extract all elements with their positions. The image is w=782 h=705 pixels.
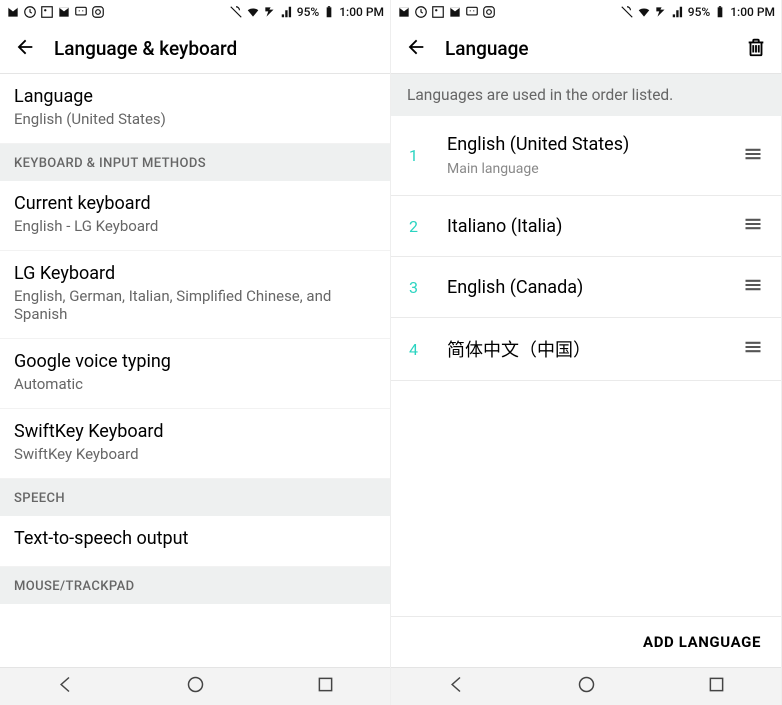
row-title: Text-to-speech output [14, 528, 376, 549]
language-item[interactable]: 1 English (United States) Main language [391, 116, 781, 196]
drag-handle-icon[interactable] [743, 337, 763, 361]
section-keyboard: KEYBOARD & INPUT METHODS [0, 144, 390, 181]
language-name: 简体中文（中国） [447, 336, 743, 362]
chat-icon [74, 5, 88, 19]
row-language[interactable]: Language English (United States) [0, 74, 390, 144]
battery-percent: 95% [688, 5, 710, 19]
language-item[interactable]: 4 简体中文（中国） [391, 318, 781, 381]
row-google-voice-typing[interactable]: Google voice typing Automatic [0, 339, 390, 409]
row-title: SwiftKey Keyboard [14, 421, 376, 442]
row-sub: English, German, Italian, Simplified Chi… [14, 287, 376, 325]
nav-back[interactable] [446, 674, 467, 699]
screen-language-keyboard: 95% 1:00 PM Language & keyboard Language… [0, 0, 391, 705]
status-bar: 95% 1:00 PM [391, 0, 781, 24]
nav-bar [0, 667, 390, 705]
battery-icon [713, 5, 727, 19]
drag-handle-icon[interactable] [743, 144, 763, 168]
instagram-icon [91, 5, 105, 19]
row-sub: Automatic [14, 375, 376, 394]
row-lg-keyboard[interactable]: LG Keyboard English, German, Italian, Si… [0, 251, 390, 340]
battery-icon [322, 5, 336, 19]
photo-icon [40, 5, 54, 19]
nav-back[interactable] [55, 674, 76, 699]
mail-icon-2 [448, 5, 462, 19]
language-name: English (Canada) [447, 277, 743, 298]
data-icon [263, 5, 277, 19]
back-icon[interactable] [14, 36, 36, 62]
drag-handle-icon[interactable] [743, 214, 763, 238]
mail-icon [397, 5, 411, 19]
row-sub: English (United States) [14, 110, 376, 129]
row-title: Current keyboard [14, 193, 376, 214]
language-sub: Main language [447, 161, 743, 177]
row-title: Google voice typing [14, 351, 376, 372]
app-bar: Language [391, 24, 781, 74]
status-system-icons: 95% 1:00 PM [229, 5, 384, 19]
page-title: Language & keyboard [54, 37, 237, 60]
row-current-keyboard[interactable]: Current keyboard English - LG Keyboard [0, 181, 390, 251]
signal-icon [671, 5, 685, 19]
nav-recent[interactable] [706, 674, 727, 699]
item-number: 4 [409, 340, 447, 359]
drag-handle-icon[interactable] [743, 275, 763, 299]
nav-home[interactable] [185, 674, 206, 699]
row-swiftkey-keyboard[interactable]: SwiftKey Keyboard SwiftKey Keyboard [0, 409, 390, 479]
status-notification-icons [397, 5, 496, 19]
app-bar: Language & keyboard [0, 24, 390, 74]
row-sub: SwiftKey Keyboard [14, 445, 376, 464]
instagram-icon [482, 5, 496, 19]
item-number: 1 [409, 146, 447, 165]
wifi-icon [246, 5, 260, 19]
language-list: 1 English (United States) Main language … [391, 116, 781, 616]
back-icon[interactable] [405, 36, 427, 62]
mail-icon-2 [57, 5, 71, 19]
add-language-button[interactable]: ADD LANGUAGE [391, 616, 781, 667]
row-title: LG Keyboard [14, 263, 376, 284]
hint-text: Languages are used in the order listed. [391, 74, 781, 116]
status-notification-icons [6, 5, 105, 19]
row-tts[interactable]: Text-to-speech output [0, 516, 390, 567]
nav-home[interactable] [576, 674, 597, 699]
item-number: 2 [409, 217, 447, 236]
data-icon [654, 5, 668, 19]
language-item[interactable]: 2 Italiano (Italia) [391, 196, 781, 257]
mail-icon [6, 5, 20, 19]
delete-icon[interactable] [745, 36, 767, 62]
nav-bar [391, 667, 781, 705]
battery-percent: 95% [297, 5, 319, 19]
settings-content: Language English (United States) KEYBOAR… [0, 74, 390, 667]
status-bar: 95% 1:00 PM [0, 0, 390, 24]
nav-recent[interactable] [315, 674, 336, 699]
photo-icon [431, 5, 445, 19]
language-item[interactable]: 3 English (Canada) [391, 257, 781, 318]
language-name: English (United States) [447, 134, 743, 155]
section-mouse: MOUSE/TRACKPAD [0, 567, 390, 604]
chat-icon [465, 5, 479, 19]
clock-time: 1:00 PM [730, 5, 775, 19]
clock-icon [414, 5, 428, 19]
wifi-icon [637, 5, 651, 19]
language-name: Italiano (Italia) [447, 216, 743, 237]
vibrate-icon [620, 5, 634, 19]
section-speech: SPEECH [0, 479, 390, 516]
vibrate-icon [229, 5, 243, 19]
clock-icon [23, 5, 37, 19]
status-system-icons: 95% 1:00 PM [620, 5, 775, 19]
signal-icon [280, 5, 294, 19]
clock-time: 1:00 PM [339, 5, 384, 19]
item-number: 3 [409, 278, 447, 297]
row-title: Language [14, 86, 376, 107]
page-title: Language [445, 37, 529, 60]
row-sub: English - LG Keyboard [14, 217, 376, 236]
screen-language-list: 95% 1:00 PM Language Languages are used … [391, 0, 782, 705]
